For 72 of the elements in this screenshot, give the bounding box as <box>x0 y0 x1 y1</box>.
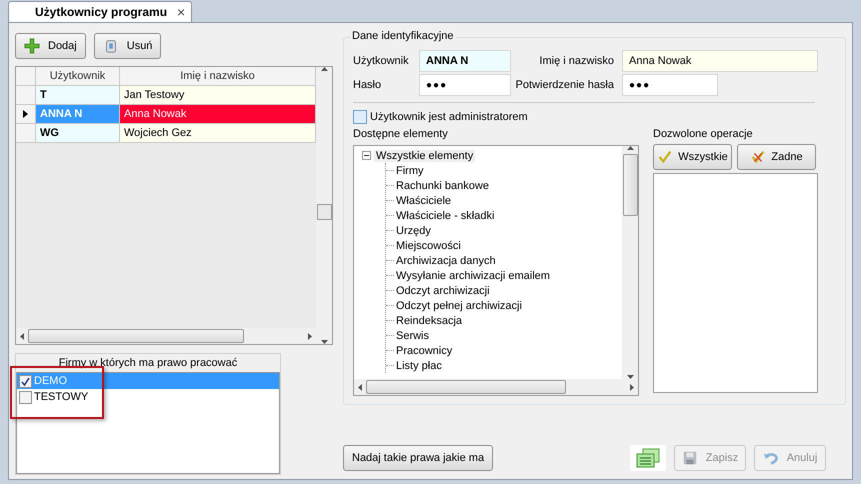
vertical-scrollbar[interactable] <box>622 146 638 379</box>
tab[interactable]: Użytkownicy programu × <box>8 1 192 22</box>
input-field[interactable]: Anna Nowak <box>622 50 818 72</box>
add-button[interactable]: Dodaj <box>15 33 86 59</box>
field-label: Hasło <box>353 79 382 91</box>
table-cell[interactable]: Wojciech Gez <box>120 124 316 143</box>
close-button[interactable]: × <box>177 4 186 20</box>
horizontal-scrollbar[interactable] <box>16 328 316 344</box>
group-title: Dane identyfikacyjne <box>350 30 456 42</box>
scroll-right-icon[interactable] <box>308 332 312 340</box>
select-all-button[interactable]: Wszystkie <box>653 144 732 170</box>
table-cell[interactable]: T <box>36 86 120 105</box>
row-pointer-icon <box>23 110 28 118</box>
scroll-up-icon[interactable] <box>626 146 634 150</box>
tree-item[interactable]: Rachunki bankowe <box>396 180 489 192</box>
password-field[interactable]: ●●● <box>622 74 718 96</box>
tree-item[interactable]: Miejscowości <box>396 240 461 252</box>
checkbox[interactable] <box>19 374 32 388</box>
table-cell[interactable]: Jan Testowy <box>120 86 316 105</box>
checkbox-label: Użytkownik jest administratorem <box>370 111 528 123</box>
tree-item[interactable]: Wszystkie elementy <box>374 150 476 162</box>
table-cell[interactable]: Anna Nowak <box>120 105 316 124</box>
tree-item[interactable]: Reindeksacja <box>396 314 462 326</box>
delete-button[interactable]: Usuń <box>94 33 162 59</box>
plus-icon <box>24 38 40 54</box>
input-field[interactable]: ANNA N <box>419 50 511 72</box>
scroll-left-icon[interactable] <box>358 384 362 390</box>
column-header[interactable]: Imię i nazwisko <box>120 67 316 86</box>
select-none-button[interactable]: Zadne <box>737 144 816 170</box>
scroll-down-icon[interactable] <box>320 340 328 344</box>
tree-item[interactable]: Właściciele <box>396 194 452 206</box>
tree-item[interactable]: Firmy <box>396 164 424 176</box>
section-title: Dostępne elementy <box>353 128 449 140</box>
scroll-thumb[interactable] <box>622 154 638 216</box>
scroll-thumb[interactable] <box>28 329 244 343</box>
checkbox[interactable] <box>19 390 32 404</box>
password-field[interactable]: ●●● <box>419 74 511 96</box>
field-label: Użytkownik <box>353 55 410 67</box>
scroll-right-icon[interactable] <box>630 384 634 390</box>
column-header[interactable]: Użytkownik <box>36 67 120 86</box>
tree-item[interactable]: Urzędy <box>396 224 431 236</box>
section-title: Dozwolone operacje <box>653 128 754 140</box>
tree-item[interactable]: Pracownicy <box>396 344 452 356</box>
floppy-icon <box>682 450 698 466</box>
tree-item[interactable]: Właściciele - składki <box>396 210 494 222</box>
checkmark-icon <box>657 149 674 165</box>
collapse-toggle[interactable] <box>362 151 371 160</box>
table-cell[interactable]: WG <box>36 124 120 143</box>
tab-title: Użytkownicy programu <box>35 5 168 19</box>
tree-item[interactable]: Listy płac <box>396 360 442 372</box>
tree-item[interactable]: Archiwizacja danych <box>396 254 496 266</box>
stacked-list-icon <box>635 447 661 469</box>
horizontal-scrollbar[interactable] <box>354 379 638 395</box>
field-label: Potwierdzenie hasła <box>516 79 615 91</box>
panel-title: Firmy w których ma prawo pracować <box>58 356 238 371</box>
crossed-check-icon <box>750 149 766 165</box>
scroll-thumb[interactable] <box>366 380 566 394</box>
scroll-thumb[interactable] <box>316 204 332 220</box>
checkbox[interactable] <box>353 110 367 124</box>
list-button[interactable] <box>630 445 666 471</box>
copy-rights-button[interactable]: Nadaj takie prawa jakie ma <box>343 445 494 471</box>
scroll-left-icon[interactable] <box>20 332 24 340</box>
row-indicator[interactable] <box>16 105 36 124</box>
vertical-scrollbar[interactable] <box>316 67 332 344</box>
tree-item[interactable]: Odczyt pełnej archiwizacji <box>396 300 522 312</box>
tree-item[interactable]: Serwis <box>396 330 430 342</box>
tree-item[interactable]: Odczyt archiwizacji <box>396 284 490 296</box>
scroll-up-icon[interactable] <box>320 67 328 71</box>
tree-item[interactable]: Wysyłanie archiwizacji emailem <box>396 270 550 282</box>
undo-arrow-icon <box>762 450 779 466</box>
field-label: Imię i nazwisko <box>539 55 615 67</box>
company-item[interactable]: TESTOWY <box>17 389 279 405</box>
